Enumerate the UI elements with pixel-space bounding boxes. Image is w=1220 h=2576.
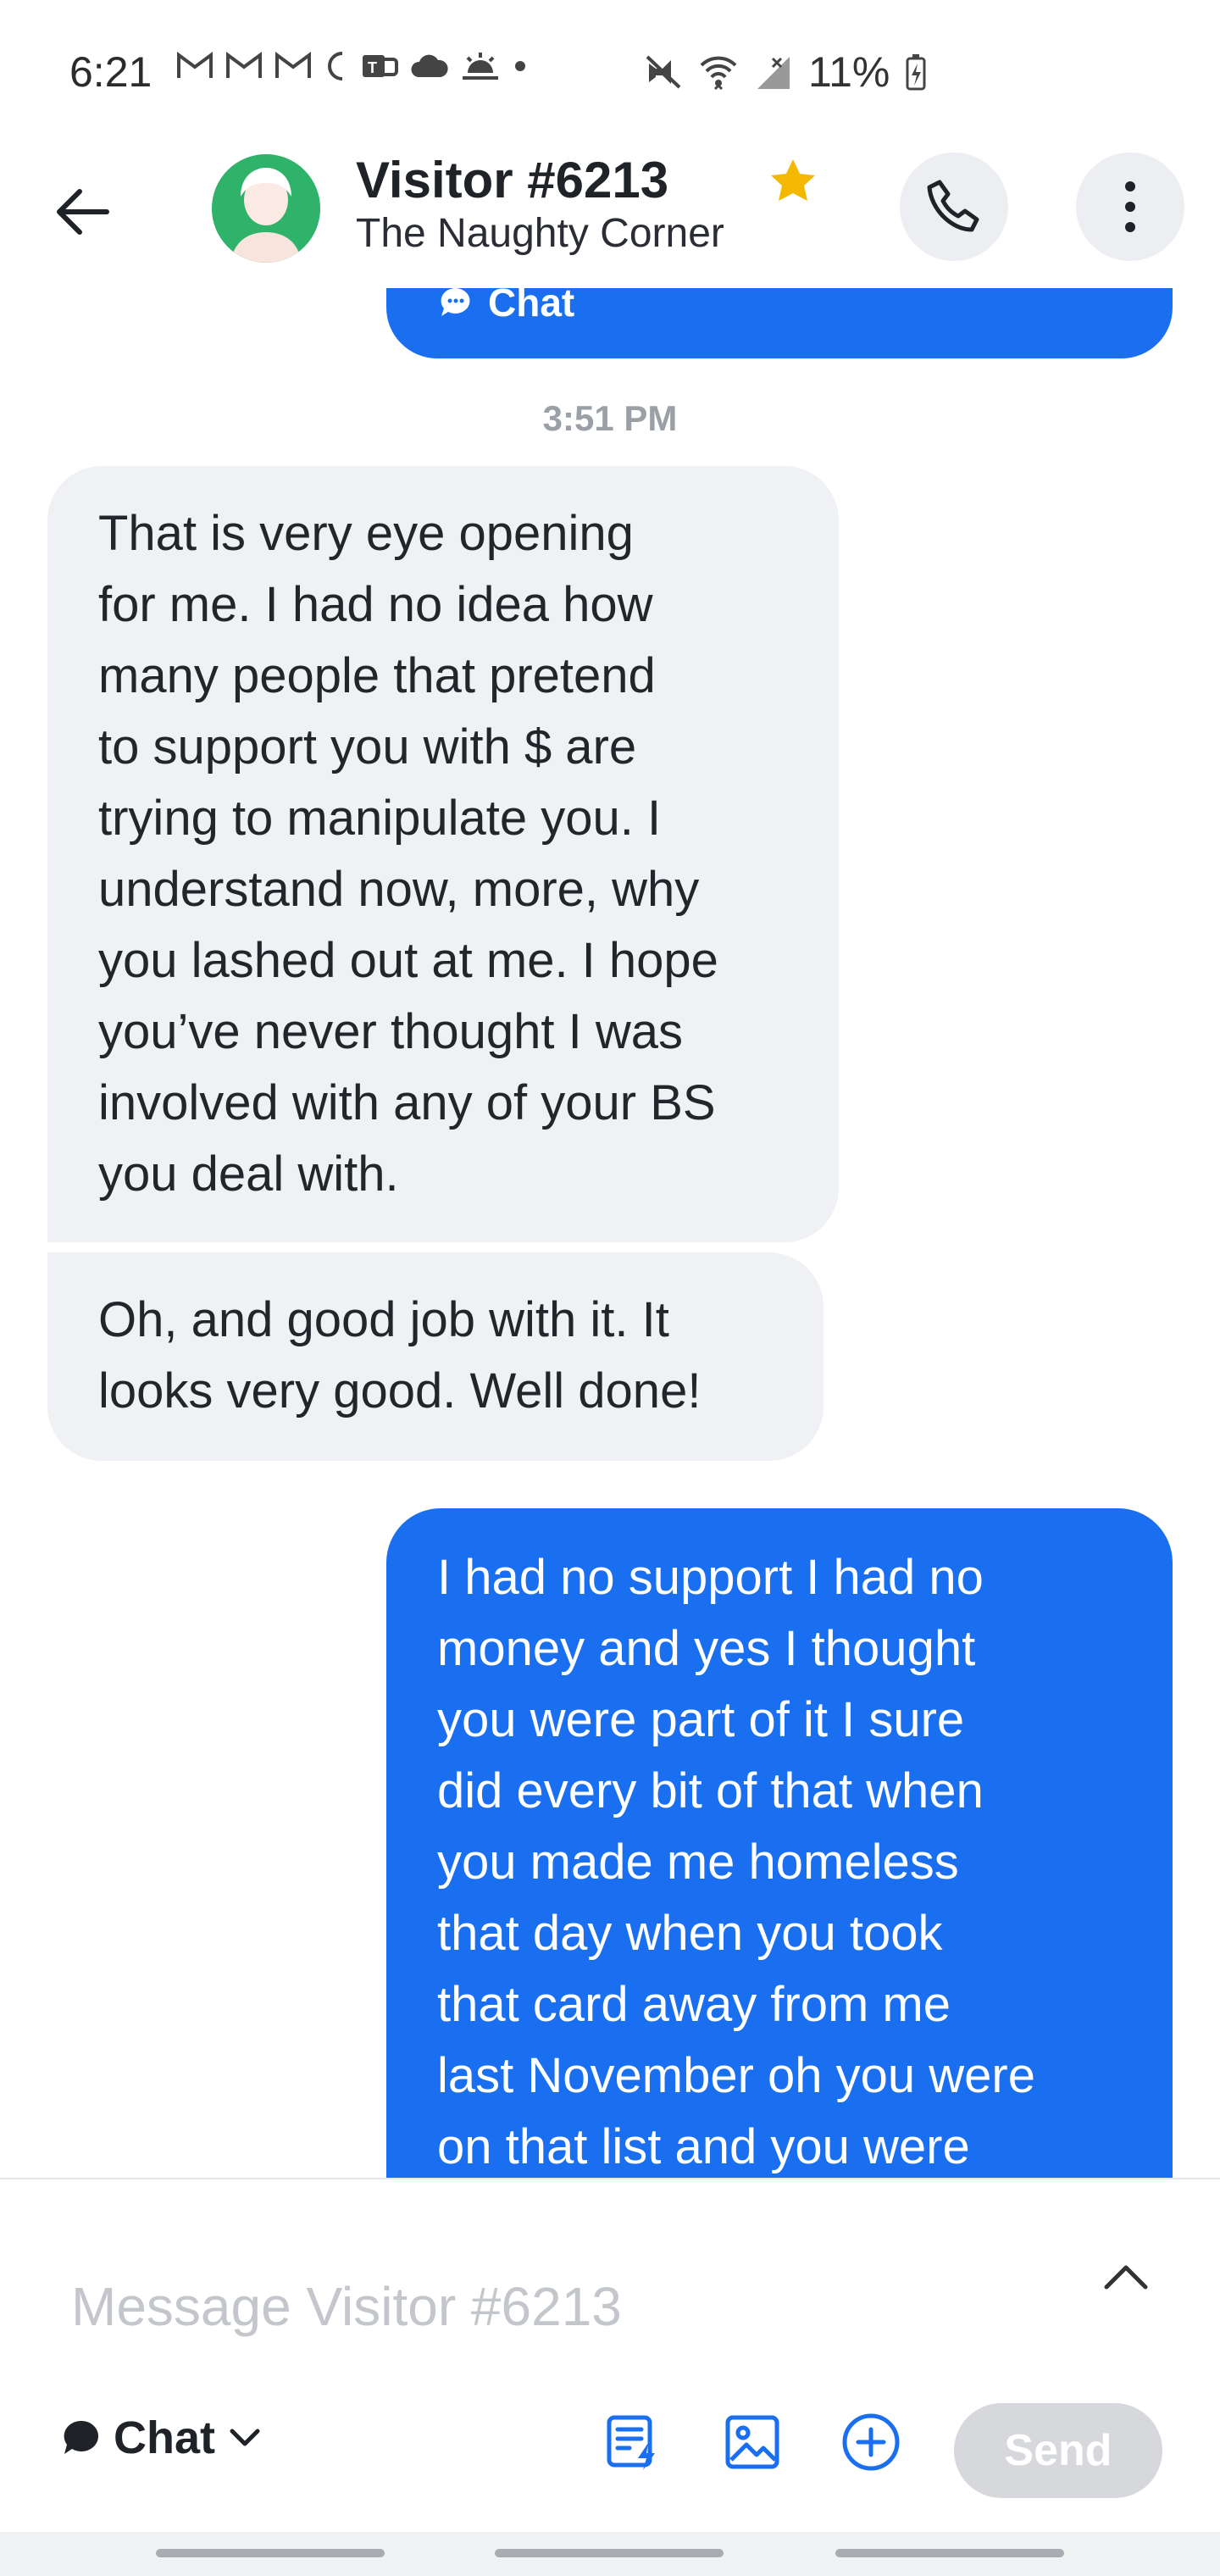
call-button[interactable] [900, 153, 1008, 261]
message-line: looks very good. Well done! [98, 1363, 702, 1418]
incoming-message[interactable]: That is very eye opening for me. I had n… [47, 466, 839, 1242]
wifi-icon [700, 56, 737, 91]
chevron-up-icon [1104, 2265, 1148, 2290]
message-line: understand now, more, why [98, 862, 700, 917]
message-line: did every bit of that when [437, 1763, 984, 1818]
gmail-icon [226, 52, 262, 78]
cloud-icon [411, 54, 448, 77]
message-line: to support you with $ are [98, 719, 637, 774]
send-button[interactable]: Send [954, 2403, 1162, 2498]
more-vertical-icon [1125, 181, 1135, 232]
phone-icon [927, 180, 979, 232]
message-line: Oh, and good job with it. It [98, 1292, 669, 1347]
attach-image-button[interactable] [717, 2407, 788, 2478]
quick-reply-button[interactable] [598, 2407, 669, 2478]
collapse-composer-button[interactable] [1098, 2249, 1154, 2305]
message-list[interactable]: Chat 3:51 PM That is very eye opening fo… [0, 288, 1220, 2178]
signal-icon [757, 57, 790, 89]
contact-name: Visitor #6213 [356, 152, 669, 208]
message-line: That is very eye opening [98, 506, 634, 561]
status-time: 6:21 [69, 48, 152, 96]
gmail-icon [275, 52, 311, 78]
message-line: you were part of it I sure [437, 1692, 965, 1747]
teams-icon: T [363, 55, 398, 77]
message-line: that day when you took [437, 1906, 943, 1961]
chat-bubble-icon [64, 2420, 99, 2454]
sunrise-icon [463, 53, 498, 80]
system-navigation-bar [0, 2532, 1220, 2576]
channel-selector[interactable]: Chat [61, 2412, 261, 2464]
incoming-message[interactable]: Oh, and good job with it. It looks very … [47, 1252, 824, 1461]
chevron-down-icon [230, 2429, 260, 2446]
message-line: I had no support I had no [437, 1550, 984, 1605]
image-icon [725, 2415, 779, 2469]
dot-icon [515, 61, 525, 71]
back-button[interactable] [49, 178, 117, 246]
moon-icon [328, 52, 343, 80]
message-line: many people that pretend [98, 648, 656, 703]
message-line: that card away from me [437, 1977, 951, 2032]
gmail-icon [177, 52, 213, 78]
message-line: you’ve never thought I was [98, 1004, 683, 1059]
add-button[interactable] [835, 2407, 907, 2478]
message-line: for me. I had no idea how [98, 577, 653, 632]
plus-circle-icon [842, 2413, 900, 2471]
message-line: trying to manipulate you. I [98, 791, 662, 846]
message-line: you made me homeless [437, 1835, 959, 1890]
system-icons: 11% [644, 47, 927, 97]
nav-handle[interactable] [156, 2549, 385, 2557]
message-line: involved with any of your BS [98, 1075, 716, 1130]
nav-handle[interactable] [495, 2549, 724, 2557]
channel-label: Chat [114, 2412, 215, 2463]
outgoing-message[interactable]: I had no support I had no money and yes … [386, 1508, 1173, 2178]
chat-label: Chat [488, 288, 575, 325]
more-options-button[interactable] [1076, 153, 1184, 261]
vibrate-icon [646, 55, 681, 89]
avatar[interactable] [212, 154, 320, 263]
notification-icons: T [176, 51, 529, 81]
svg-text:T: T [368, 59, 377, 76]
chat-bubble-icon [441, 288, 470, 316]
person-avatar-icon [212, 154, 320, 263]
message-timestamp: 3:51 PM [542, 398, 678, 438]
conversation-header: Visitor #6213 The Naughty Corner [0, 144, 1220, 288]
arrow-left-icon [57, 189, 109, 235]
battery-level: 11% [808, 48, 890, 96]
message-input[interactable] [71, 2264, 1045, 2349]
site-name: The Naughty Corner [356, 211, 724, 256]
battery-charging-icon [906, 54, 926, 91]
previous-message-bubble[interactable]: Chat [386, 288, 1173, 358]
nav-handle[interactable] [835, 2549, 1064, 2557]
message-line: you lashed out at me. I hope [98, 933, 718, 988]
message-composer: Chat Send [0, 2178, 1220, 2551]
quick-reply-icon [607, 2415, 655, 2470]
message-line: on that list and you were [437, 2119, 970, 2174]
message-line: money and yes I thought [437, 1621, 976, 1676]
message-line: you deal with. [98, 1146, 399, 1202]
status-bar: 6:21 T 11% [0, 0, 1220, 144]
star-icon[interactable] [769, 158, 817, 208]
message-line: last November oh you were [437, 2048, 1035, 2103]
